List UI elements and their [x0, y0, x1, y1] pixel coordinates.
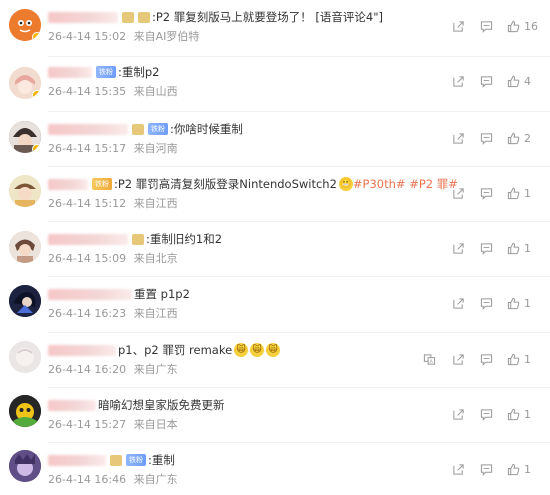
like-icon[interactable]: 16: [507, 18, 538, 34]
like-count: 2: [524, 131, 531, 145]
comment-actions: 1: [0, 406, 550, 422]
comment-actions: 16: [0, 18, 550, 34]
divider: [48, 332, 550, 333]
like-count: 1: [524, 407, 531, 421]
divider: [48, 166, 550, 167]
divider: [48, 56, 550, 57]
verified-badge-icon: [32, 90, 41, 99]
comment-icon[interactable]: [480, 240, 493, 256]
comment-actions: 1: [0, 185, 550, 201]
like-count: 1: [524, 462, 531, 476]
like-icon[interactable]: 1: [507, 461, 531, 477]
comment-actions: 1: [0, 240, 550, 256]
comment-icon[interactable]: [480, 461, 493, 477]
like-icon[interactable]: 1: [507, 185, 531, 201]
divider: [48, 387, 550, 388]
like-icon[interactable]: 1: [507, 406, 531, 422]
comment-icon[interactable]: [480, 18, 493, 34]
comment-icon[interactable]: [480, 406, 493, 422]
divider: [48, 442, 550, 443]
translate-icon[interactable]: A: [423, 351, 436, 367]
like-icon[interactable]: 1: [507, 295, 531, 311]
comment-actions: 1: [0, 461, 550, 477]
comment-actions: 2: [0, 130, 550, 146]
share-icon[interactable]: [452, 406, 465, 422]
share-icon[interactable]: [452, 185, 465, 201]
like-icon[interactable]: 4: [507, 73, 531, 89]
like-icon[interactable]: 2: [507, 130, 531, 146]
like-icon[interactable]: 1: [507, 351, 531, 367]
like-icon[interactable]: 1: [507, 240, 531, 256]
divider: [48, 276, 550, 277]
share-icon[interactable]: [452, 18, 465, 34]
comment-icon[interactable]: [480, 73, 493, 89]
divider: [48, 111, 550, 112]
like-count: 1: [524, 241, 531, 255]
share-icon[interactable]: [452, 461, 465, 477]
share-icon[interactable]: [452, 130, 465, 146]
comment-icon[interactable]: [480, 185, 493, 201]
like-count: 16: [524, 19, 538, 33]
comment-icon[interactable]: [480, 351, 493, 367]
comment-actions: 1: [0, 295, 550, 311]
comment-icon[interactable]: [480, 130, 493, 146]
comment-actions: 4: [0, 73, 550, 89]
share-icon[interactable]: [452, 351, 465, 367]
comment-icon[interactable]: [480, 295, 493, 311]
like-count: 4: [524, 74, 531, 88]
like-count: 1: [524, 186, 531, 200]
like-count: 1: [524, 352, 531, 366]
like-count: 1: [524, 296, 531, 310]
comment-actions: A1: [0, 351, 550, 367]
share-icon[interactable]: [452, 240, 465, 256]
divider: [48, 221, 550, 222]
share-icon[interactable]: [452, 295, 465, 311]
share-icon[interactable]: [452, 73, 465, 89]
